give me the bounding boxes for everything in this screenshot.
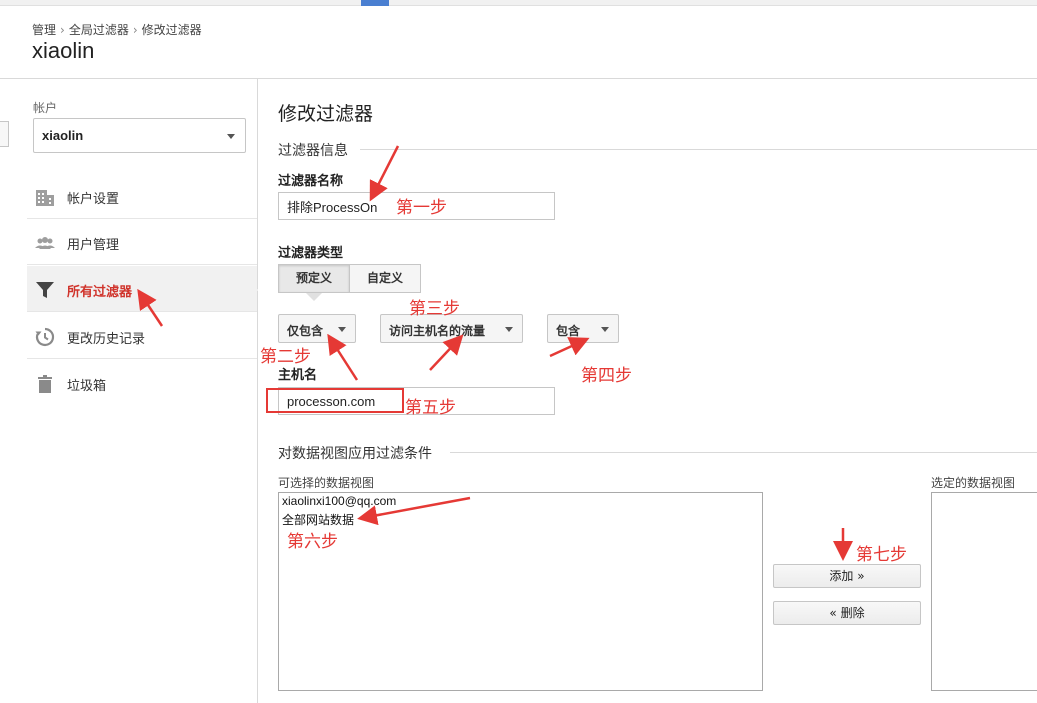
step1-arrow [369,145,400,202]
annotation-arrows [137,145,853,561]
step2-label: 第二步 [260,347,311,367]
sidebar-arrow [137,288,164,327]
step6-arrow [357,496,471,526]
step5-label: 第五步 [405,398,456,418]
step4-arrow [549,337,590,358]
step7-label: 第七步 [856,545,907,565]
step4-label: 第四步 [581,366,632,386]
step3-arrow [429,334,464,371]
step6-label: 第六步 [287,532,338,552]
step1-label: 第一步 [396,198,447,218]
step3-label: 第三步 [409,299,460,319]
step2-arrow [327,333,359,381]
